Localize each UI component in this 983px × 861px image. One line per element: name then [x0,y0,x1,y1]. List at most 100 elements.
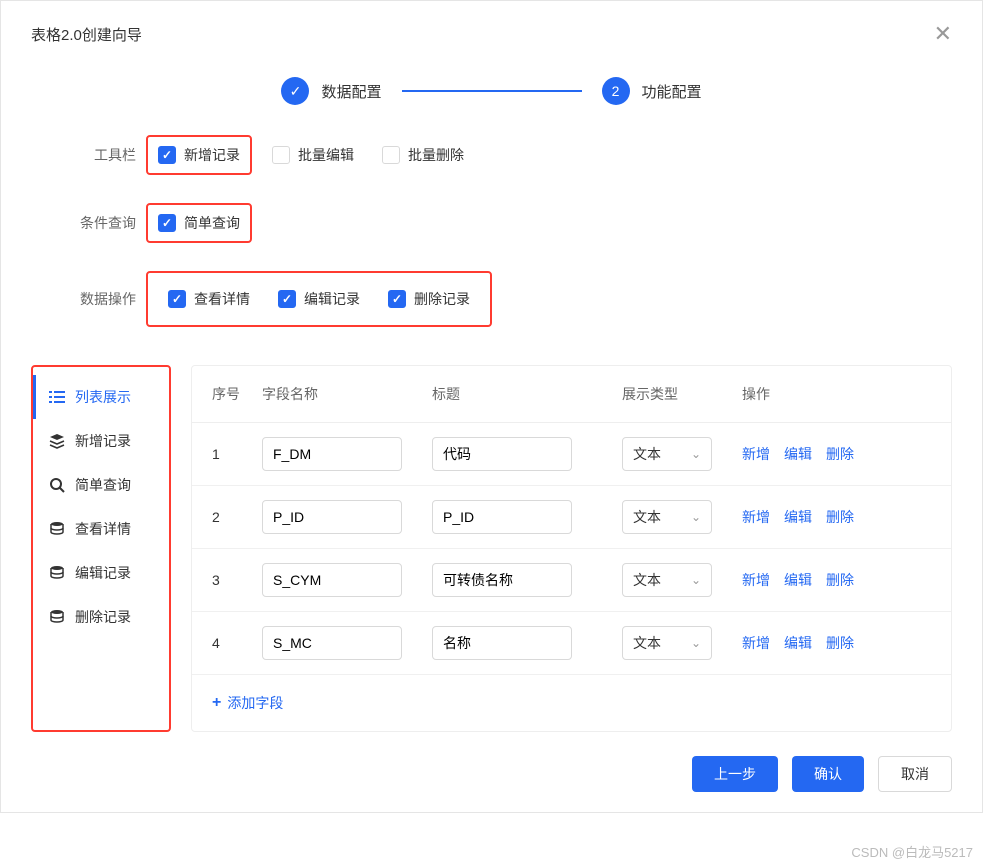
type-select[interactable]: 文本 ⌄ [622,626,712,660]
prev-button[interactable]: 上一步 [692,756,778,792]
toolbar-checkbox-group: 新增记录 [146,135,252,175]
table-row: 1 文本 ⌄ 新增 编辑 删除 [192,423,951,486]
field-name-input[interactable] [262,500,402,534]
row-edit-button[interactable]: 编辑 [784,507,812,527]
checkbox-icon [158,146,176,164]
field-name-input[interactable] [262,437,402,471]
type-select[interactable]: 文本 ⌄ [622,500,712,534]
row-delete-button[interactable]: 删除 [826,507,854,527]
title-input[interactable] [432,437,572,471]
sidebar-item-simple-query[interactable]: 简单查询 [33,463,169,507]
database-icon [49,521,65,537]
dataops-config-row: 数据操作 查看详情 编辑记录 删除记录 [76,271,922,327]
checkbox-add-record[interactable]: 新增记录 [158,145,240,165]
main-content: 列表展示 新增记录 简单查询 查看详情 编辑记录 删除记录 [1,365,982,732]
list-icon [49,389,65,405]
row-edit-button[interactable]: 编辑 [784,570,812,590]
sidebar-item-edit-record[interactable]: 编辑记录 [33,551,169,595]
row-seq: 2 [212,509,262,525]
step-connector [402,90,582,92]
table-row: 3 文本 ⌄ 新增 编辑 删除 [192,549,951,612]
step-2: 2 功能配置 [602,77,702,105]
checkbox-icon [168,290,186,308]
row-add-button[interactable]: 新增 [742,633,770,653]
check-icon: ✓ [290,83,302,100]
checkbox-label: 批量编辑 [298,145,354,165]
row-seq: 1 [212,446,262,462]
sidebar-item-label: 删除记录 [75,607,131,627]
checkbox-label: 批量删除 [408,145,464,165]
title-input[interactable] [432,626,572,660]
field-name-input[interactable] [262,626,402,660]
close-button[interactable]: ✕ [934,21,952,47]
title-input[interactable] [432,500,572,534]
stack-icon [49,433,65,449]
modal-header: 表格2.0创建向导 ✕ [1,1,982,67]
confirm-button[interactable]: 确认 [792,756,864,792]
query-config-row: 条件查询 简单查询 [76,203,922,243]
row-field-cell [262,500,432,534]
row-delete-button[interactable]: 删除 [826,570,854,590]
cancel-button[interactable]: 取消 [878,756,952,792]
add-field-label: 添加字段 [227,693,283,713]
row-add-button[interactable]: 新增 [742,570,770,590]
checkbox-delete-record[interactable]: 删除记录 [388,289,470,309]
checkbox-batch-delete[interactable]: 批量删除 [382,145,464,165]
checkbox-batch-edit[interactable]: 批量编辑 [272,145,354,165]
checkbox-icon [158,214,176,232]
type-select[interactable]: 文本 ⌄ [622,437,712,471]
row-delete-button[interactable]: 删除 [826,633,854,653]
step-1-label: 数据配置 [321,81,381,102]
sidebar-item-list-display[interactable]: 列表展示 [33,375,169,419]
row-type-cell: 文本 ⌄ [622,500,742,534]
modal-footer: 上一步 确认 取消 [662,736,982,812]
query-label: 条件查询 [76,213,136,233]
row-add-button[interactable]: 新增 [742,444,770,464]
checkbox-edit-record[interactable]: 编辑记录 [278,289,360,309]
sidebar-item-label: 查看详情 [75,519,131,539]
table-row: 4 文本 ⌄ 新增 编辑 删除 [192,612,951,675]
chevron-down-icon: ⌄ [691,573,701,587]
row-field-cell [262,437,432,471]
checkbox-simple-query[interactable]: 简单查询 [158,213,240,233]
chevron-down-icon: ⌄ [691,510,701,524]
checkbox-icon [278,290,296,308]
row-edit-button[interactable]: 编辑 [784,633,812,653]
close-icon: ✕ [934,21,952,46]
sidebar-item-view-detail[interactable]: 查看详情 [33,507,169,551]
row-edit-button[interactable]: 编辑 [784,444,812,464]
sidebar-item-delete-record[interactable]: 删除记录 [33,595,169,639]
step-1: ✓ 数据配置 [281,77,381,105]
type-value: 文本 [633,633,661,653]
wizard-modal: 表格2.0创建向导 ✕ ✓ 数据配置 2 功能配置 工具栏 新增记录 [0,0,983,813]
sidebar-item-label: 列表展示 [75,387,131,407]
row-title-cell [432,626,622,660]
sidebar-item-add-record[interactable]: 新增记录 [33,419,169,463]
table-row: 2 文本 ⌄ 新增 编辑 删除 [192,486,951,549]
add-field-button[interactable]: + 添加字段 [192,675,951,731]
database-icon [49,609,65,625]
database-icon [49,565,65,581]
sidebar: 列表展示 新增记录 简单查询 查看详情 编辑记录 删除记录 [31,365,171,732]
step-indicator: ✓ 数据配置 2 功能配置 [1,77,982,105]
watermark: CSDN @白龙马5217 [851,842,973,861]
checkbox-view-detail[interactable]: 查看详情 [168,289,250,309]
type-value: 文本 [633,507,661,527]
row-type-cell: 文本 ⌄ [622,626,742,660]
row-delete-button[interactable]: 删除 [826,444,854,464]
type-select[interactable]: 文本 ⌄ [622,563,712,597]
title-input[interactable] [432,563,572,597]
checkbox-label: 简单查询 [184,213,240,233]
row-seq: 3 [212,572,262,588]
checkbox-icon [388,290,406,308]
sidebar-item-label: 新增记录 [75,431,131,451]
row-add-button[interactable]: 新增 [742,507,770,527]
type-value: 文本 [633,444,661,464]
header-title: 标题 [432,384,622,404]
plus-icon: + [212,694,221,712]
row-type-cell: 文本 ⌄ [622,437,742,471]
dataops-checkbox-group: 查看详情 编辑记录 删除记录 [146,271,492,327]
header-field: 字段名称 [262,384,432,404]
field-name-input[interactable] [262,563,402,597]
toolbar-checkbox-group-2: 批量编辑 批量删除 [262,137,474,173]
